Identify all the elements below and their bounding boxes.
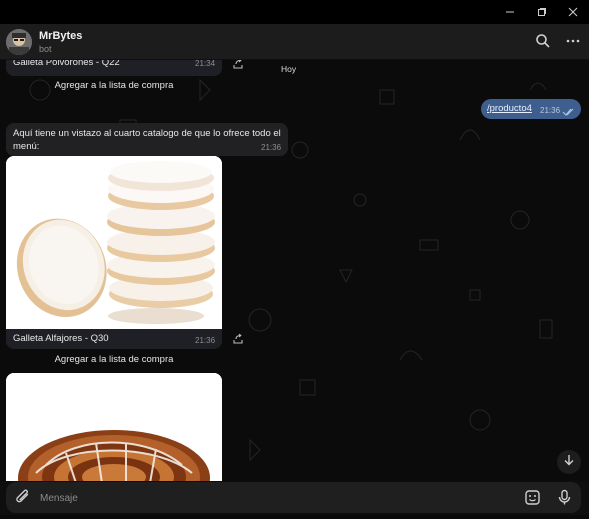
more-vertical-icon[interactable] — [565, 33, 581, 49]
restore-icon[interactable] — [527, 0, 557, 24]
chat-history[interactable]: Galleta Polvorones - Q22 21:34 Agregar a… — [0, 60, 589, 481]
add-to-list-button[interactable]: Agregar a la lista de compra — [6, 80, 222, 96]
taskbar-strip — [0, 515, 589, 519]
add-to-list-button[interactable]: Agregar a la lista de compra — [6, 354, 222, 370]
message-composer — [6, 482, 581, 513]
microphone-icon[interactable] — [556, 489, 573, 506]
command-link[interactable]: /producto4 — [487, 103, 532, 114]
message-time: 21:36 — [261, 143, 282, 152]
product-photo-next[interactable] — [6, 373, 222, 481]
date-separator: Hoy — [281, 64, 297, 74]
message-time: 21:34 — [195, 60, 216, 68]
outgoing-message[interactable]: /producto4 21:36 — [481, 99, 581, 119]
read-checkmarks-icon — [562, 104, 576, 122]
minimize-icon[interactable] — [495, 0, 525, 24]
message-time: 21:36 — [540, 106, 561, 115]
avatar[interactable] — [6, 29, 32, 55]
chat-subtitle: bot — [39, 44, 52, 54]
chat-title: MrBytes — [39, 30, 83, 42]
window-titlebar — [0, 0, 589, 24]
forward-icon[interactable] — [232, 332, 246, 346]
message-input[interactable] — [38, 488, 512, 508]
incoming-message[interactable]: Aquí tiene un vistazo al cuarto catalogo… — [6, 123, 288, 156]
close-icon[interactable] — [558, 0, 588, 24]
message-time: 21:36 — [195, 336, 216, 345]
photo-caption-bar: Galleta Alfajores - Q30 21:36 — [6, 329, 222, 349]
cookie-stack-image — [6, 156, 222, 329]
forward-icon[interactable] — [232, 60, 246, 71]
photo-caption: Galleta Alfajores - Q30 — [13, 333, 109, 344]
sticker-icon[interactable] — [524, 489, 541, 506]
cinnamon-roll-image — [6, 373, 222, 481]
search-icon[interactable] — [535, 33, 551, 49]
photo-caption: Galleta Polvorones - Q22 — [13, 60, 120, 68]
photo-caption-bar: Galleta Polvorones - Q22 21:34 — [6, 60, 222, 76]
chat-header[interactable]: MrBytes bot — [0, 24, 589, 60]
attach-icon[interactable] — [15, 489, 32, 506]
product-photo-alfajores[interactable] — [6, 156, 222, 329]
message-text: Aquí tiene un vistazo al cuarto catalogo… — [13, 128, 281, 152]
scroll-to-bottom-button[interactable] — [557, 450, 581, 474]
arrow-down-icon — [563, 453, 575, 471]
